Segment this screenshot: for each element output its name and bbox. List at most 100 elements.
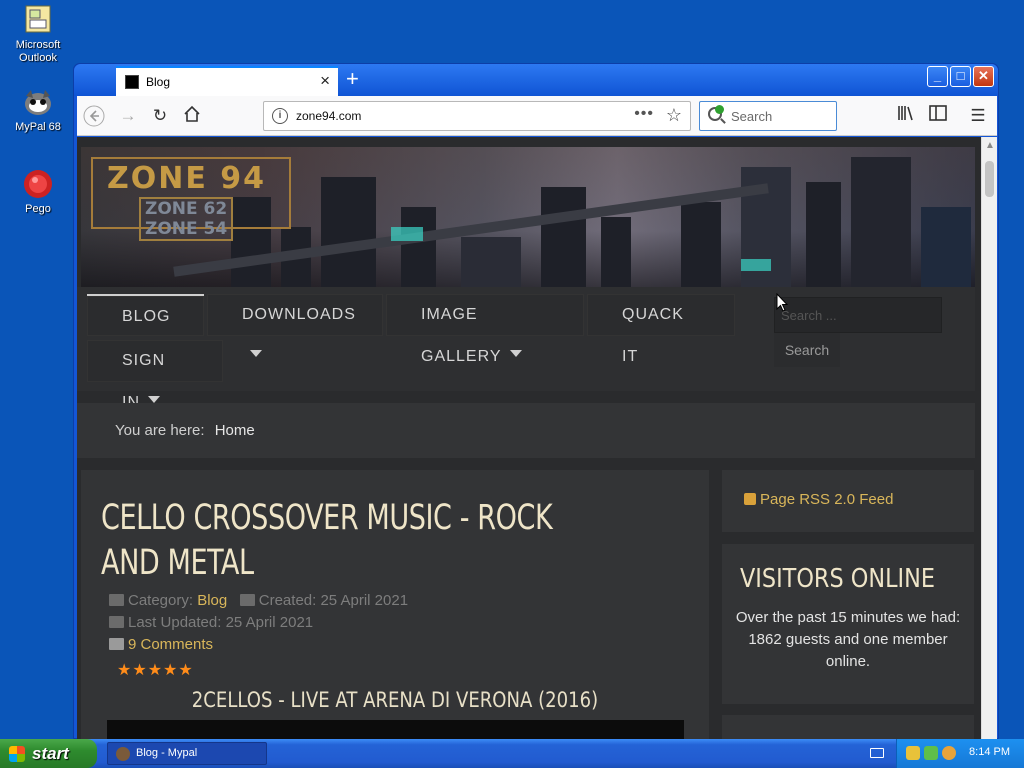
tab-blog[interactable]: Blog × (116, 66, 338, 96)
mypal-icon (116, 747, 130, 761)
close-window-button[interactable]: ✕ (973, 66, 994, 87)
visitors-line: Over the past 15 minutes we had: (735, 609, 961, 626)
logo-sub-line: ZONE 62 (145, 199, 228, 219)
sidebar-icon[interactable] (927, 105, 949, 127)
browser-window: Blog × + _ □ ✕ → ↻ i zone94.com ••• ☆ Se… (73, 63, 999, 740)
forward-icon[interactable]: → (117, 105, 139, 127)
visitors-line: 1862 guests and one member online. (748, 631, 948, 670)
keyboard-icon[interactable] (870, 748, 884, 758)
chevron-down-icon (250, 350, 262, 358)
rss-label: Page RSS 2.0 Feed (760, 491, 894, 508)
page-viewport: ZONE 94 ZONE 62 ZONE 54 BLOG DOWNLOADS I… (77, 137, 981, 740)
hamburger-menu-icon[interactable]: ☰ (967, 105, 989, 127)
folder-icon (109, 594, 124, 606)
updated-date: Last Updated: 25 April 2021 (128, 614, 314, 631)
menu-item-blog[interactable]: BLOG (87, 294, 204, 360)
shield-icon[interactable] (906, 746, 920, 760)
calendar-icon (239, 594, 255, 606)
rss-icon (744, 493, 756, 505)
article-category: Category: Blog Created: 25 April 2021 (109, 592, 408, 609)
menu-label: QUACK IT (622, 306, 684, 365)
reload-icon[interactable]: ↻ (149, 105, 171, 127)
menu-item-image-gallery[interactable]: IMAGE GALLERY (386, 294, 584, 365)
home-icon[interactable] (181, 105, 203, 127)
outlook-icon (22, 4, 54, 36)
favicon-icon (125, 75, 139, 89)
video-player[interactable] (107, 720, 684, 740)
menu-item-quack-it[interactable]: QUACK IT (587, 294, 735, 365)
visitors-title: VISITORS ONLINE (740, 564, 936, 594)
category-label: Category: (128, 592, 194, 609)
menu-label: DOWNLOADS (242, 306, 356, 323)
article: CELLO CROSSOVER MUSIC - ROCK AND METAL C… (81, 470, 709, 740)
tab-title: Blog (146, 75, 171, 89)
search-placeholder: Search (731, 109, 773, 124)
video-title: 2CELLOS - LIVE AT ARENA DI VERONA (2016) (191, 688, 599, 712)
search-icon[interactable] (942, 746, 956, 760)
article-title[interactable]: CELLO CROSSOVER MUSIC - ROCK AND METAL (101, 496, 583, 586)
site-banner: ZONE 94 ZONE 62 ZONE 54 (81, 147, 975, 287)
article-updated: Last Updated: 25 April 2021 (109, 614, 313, 631)
menu-item-sign-in[interactable]: SIGN IN (87, 340, 223, 411)
calendar-icon (109, 616, 124, 628)
mypal-icon (22, 86, 54, 118)
start-button[interactable]: start (0, 739, 97, 768)
url-text[interactable]: zone94.com (296, 109, 361, 123)
page-actions-icon[interactable]: ••• (634, 105, 654, 123)
windows-logo-icon (9, 746, 25, 762)
taskbar: start Blog - Mypal 8:14 PM (0, 739, 1024, 768)
library-icon[interactable] (895, 105, 917, 127)
comments-link[interactable]: 9 Comments (128, 636, 213, 653)
system-tray: 8:14 PM (896, 739, 1024, 768)
logo-sub: ZONE 62 ZONE 54 (139, 197, 234, 241)
category-link[interactable]: Blog (197, 592, 227, 609)
maximize-button[interactable]: □ (950, 66, 971, 87)
desktop-icon-outlook[interactable]: Microsoft Outlook (3, 4, 73, 65)
menu-label: IMAGE GALLERY (421, 306, 502, 365)
desktop-icon-mypal[interactable]: MyPal 68 (3, 86, 73, 134)
desktop-icon-pego[interactable]: Pego (3, 168, 73, 216)
site-logo[interactable]: ZONE 94 (107, 161, 266, 196)
minimize-button[interactable]: _ (927, 66, 948, 87)
scroll-thumb[interactable] (985, 161, 994, 197)
clock[interactable]: 8:14 PM (969, 746, 1010, 758)
tab-close-icon[interactable]: × (320, 71, 330, 91)
task-label: Blog - Mypal (136, 747, 198, 759)
sidebar-panel (722, 715, 974, 740)
site-search-button[interactable]: Search (774, 333, 840, 367)
site-search-input[interactable]: Search ... (774, 297, 942, 333)
breadcrumb: You are here: Home (77, 403, 975, 458)
breadcrumb-prefix: You are here: (115, 422, 205, 439)
menu-label: BLOG (122, 308, 171, 325)
url-bar[interactable]: i zone94.com ••• ☆ (263, 101, 691, 131)
created-date: Created: 25 April 2021 (258, 592, 409, 609)
back-icon[interactable] (83, 105, 105, 127)
logo-sub-line: ZONE 54 (145, 219, 228, 239)
nav-toolbar: → ↻ i zone94.com ••• ☆ Search ☰ (77, 96, 997, 136)
title-bar: Blog × + _ □ ✕ (74, 64, 998, 96)
scroll-up-icon[interactable]: ▲ (985, 140, 995, 151)
vertical-scrollbar[interactable]: ▲ (981, 137, 997, 740)
browser-search-field[interactable]: Search (699, 101, 837, 131)
chevron-down-icon (509, 350, 522, 358)
menu-item-downloads[interactable]: DOWNLOADS (207, 294, 383, 358)
pego-icon (22, 168, 54, 200)
new-tab-button[interactable]: + (346, 66, 359, 92)
bookmark-star-icon[interactable]: ☆ (666, 105, 682, 126)
info-icon[interactable]: i (272, 108, 288, 124)
rating-stars[interactable]: ★★★★★ (117, 660, 194, 680)
desktop-icon-label: Microsoft Outlook (15, 39, 61, 64)
rss-feed-link[interactable]: Page RSS 2.0 Feed (722, 470, 974, 532)
network-icon[interactable] (924, 746, 938, 760)
mouse-cursor-icon (776, 292, 789, 317)
article-comments: 9 Comments (109, 636, 213, 653)
visitors-text: Over the past 15 minutes we had: 1862 gu… (732, 607, 964, 673)
visitors-online-panel: VISITORS ONLINE Over the past 15 minutes… (722, 544, 974, 704)
add-engine-icon (715, 105, 724, 114)
desktop-icon-label: Pego (25, 203, 51, 215)
taskbar-item-mypal[interactable]: Blog - Mypal (107, 742, 267, 765)
start-label: start (32, 744, 69, 763)
desktop-icon-label: MyPal 68 (15, 121, 61, 133)
comment-icon (109, 638, 124, 650)
breadcrumb-home-link[interactable]: Home (215, 422, 255, 439)
